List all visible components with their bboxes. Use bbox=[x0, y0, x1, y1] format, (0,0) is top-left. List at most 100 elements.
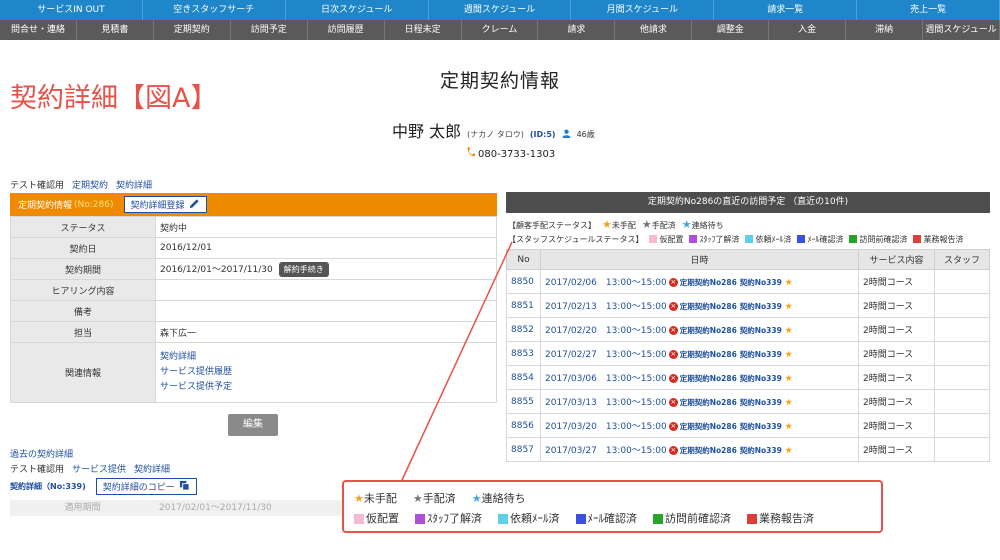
staff-status-legend: 【スタッフスケジュールステータス】 仮配置 ｽﾀｯﾌ了解済 依頼ﾒｰﾙ済 ﾒｰﾙ確認済… bbox=[506, 232, 990, 246]
past-period-value: 2017/02/01～2017/11/30 bbox=[159, 503, 272, 513]
legend-item: 仮配置 bbox=[354, 510, 399, 526]
detail-link[interactable]: 契約No339 bbox=[740, 398, 782, 407]
cancel-icon[interactable]: × bbox=[668, 422, 678, 431]
visit-datetime-cell: 2017/02/13 13:00～15:00 × 定期契約No286 契約No339… bbox=[540, 293, 859, 318]
top-nav-item[interactable]: 週間スケジュール bbox=[429, 0, 572, 20]
legend-item: ﾒｰﾙ確認済 bbox=[797, 234, 843, 245]
top-nav-item[interactable]: 売上一覧 bbox=[857, 0, 1000, 20]
visit-row: 8857 2017/03/27 13:00～15:00 × 定期契約No286 契約N… bbox=[506, 437, 990, 462]
sub-nav-item[interactable]: 入金 bbox=[769, 20, 847, 40]
sub-nav-item[interactable]: 週間スケジュール bbox=[923, 20, 1000, 40]
visit-no-link[interactable]: 8856 bbox=[511, 421, 534, 431]
sub-nav-item[interactable]: 日程未定 bbox=[385, 20, 462, 40]
contract-link[interactable]: 定期契約No286 bbox=[680, 326, 737, 335]
cancel-icon[interactable]: × bbox=[668, 350, 678, 359]
detail-link[interactable]: 契約No339 bbox=[740, 302, 782, 311]
status-square-icon bbox=[797, 235, 806, 243]
sub-nav-item[interactable]: 訪問予定 bbox=[231, 20, 308, 40]
top-nav-item[interactable]: サービスIN OUT bbox=[0, 0, 143, 20]
detail-link[interactable]: 契約No339 bbox=[740, 326, 782, 335]
detail-link[interactable]: 契約No339 bbox=[740, 446, 782, 455]
detail-link[interactable]: 契約No339 bbox=[740, 374, 782, 383]
breadcrumb-link-contract[interactable]: 定期契約 bbox=[72, 178, 108, 191]
cancel-icon[interactable]: × bbox=[668, 398, 678, 407]
sub-nav-item[interactable]: 滞納 bbox=[846, 20, 924, 40]
legend-label: ﾒｰﾙ確認済 bbox=[587, 512, 638, 525]
visit-no-link[interactable]: 8853 bbox=[511, 349, 534, 359]
top-nav-item[interactable]: 月間スケジュール bbox=[571, 0, 715, 20]
breadcrumb-link-service[interactable]: サービス提供 bbox=[72, 462, 126, 475]
info-key: 備考 bbox=[10, 300, 156, 322]
visit-no-link[interactable]: 8851 bbox=[511, 301, 534, 311]
cancel-icon[interactable]: × bbox=[668, 278, 678, 287]
top-nav-item[interactable]: 請求一覧 bbox=[714, 0, 858, 20]
copy-detail-button[interactable]: 契約詳細のコピー bbox=[95, 478, 197, 495]
past-detail-link[interactable]: 契約詳細（No:339) bbox=[10, 481, 86, 492]
visit-no-link[interactable]: 8854 bbox=[511, 373, 534, 383]
visit-datetime-cell: 2017/02/06 13:00～15:00 × 定期契約No286 契約No339… bbox=[540, 269, 859, 294]
visit-no-link[interactable]: 8852 bbox=[511, 325, 534, 335]
customer-info: 中野 太郎 (ナカノ タロウ) (ID:5) 46歳 bbox=[392, 118, 595, 142]
legend-item: 仮配置 bbox=[649, 234, 683, 245]
visit-staff bbox=[934, 269, 990, 294]
visit-datetime-link[interactable]: 2017/02/20 13:00～15:00 bbox=[545, 326, 667, 336]
register-detail-button[interactable]: 契約詳細登録 bbox=[123, 196, 207, 213]
customer-id[interactable]: (ID:5) bbox=[530, 130, 556, 139]
legend-label: 訪問前確認済 bbox=[859, 234, 908, 244]
contract-link[interactable]: 定期契約No286 bbox=[680, 398, 737, 407]
legend-label: 依頼ﾒｰﾙ済 bbox=[510, 512, 560, 525]
visit-datetime-link[interactable]: 2017/02/06 13:00～15:00 bbox=[545, 278, 667, 288]
status-square-icon bbox=[745, 235, 754, 243]
contract-link[interactable]: 定期契約No286 bbox=[680, 302, 737, 311]
contract-link[interactable]: 定期契約No286 bbox=[680, 422, 737, 431]
cancel-contract-button[interactable]: 解約手続き bbox=[278, 261, 329, 277]
legend-item: 依頼ﾒｰﾙ済 bbox=[745, 234, 791, 245]
sub-nav-item[interactable]: 定期契約 bbox=[154, 20, 231, 40]
sub-nav-item[interactable]: 請求 bbox=[538, 20, 616, 40]
sub-nav-item[interactable]: クレーム bbox=[462, 20, 539, 40]
past-contract-link[interactable]: 過去の契約詳細 bbox=[10, 447, 73, 460]
visit-datetime-link[interactable]: 2017/03/20 13:00～15:00 bbox=[545, 422, 667, 432]
visit-no-link[interactable]: 8850 bbox=[511, 277, 534, 287]
visit-datetime-link[interactable]: 2017/02/13 13:00～15:00 bbox=[545, 302, 667, 312]
detail-link[interactable]: 契約No339 bbox=[740, 350, 782, 359]
sub-nav-item[interactable]: 調整金 bbox=[692, 20, 770, 40]
related-link[interactable]: 契約詳細 bbox=[160, 350, 492, 365]
visit-datetime-link[interactable]: 2017/03/27 13:00～15:00 bbox=[545, 446, 667, 456]
visit-no-link[interactable]: 8857 bbox=[511, 445, 534, 455]
visit-staff bbox=[934, 437, 990, 462]
visit-no-link[interactable]: 8855 bbox=[511, 397, 534, 407]
top-nav-item[interactable]: 空きスタッフサーチ bbox=[143, 0, 286, 20]
visit-datetime-link[interactable]: 2017/03/13 13:00～15:00 bbox=[545, 398, 667, 408]
sub-nav-item[interactable]: 見積書 bbox=[77, 20, 154, 40]
cancel-icon[interactable]: × bbox=[668, 326, 678, 335]
edit-button[interactable]: 編集 bbox=[228, 414, 278, 436]
cancel-icon[interactable]: × bbox=[668, 302, 678, 311]
detail-link[interactable]: 契約No339 bbox=[740, 422, 782, 431]
sub-nav-item[interactable]: 問合せ・連絡 bbox=[0, 20, 77, 40]
legend-label: 連絡待ち bbox=[691, 221, 724, 230]
visit-service: 2時間コース bbox=[858, 437, 935, 462]
copy-detail-label: 契約詳細のコピー bbox=[102, 483, 175, 493]
sub-nav-item[interactable]: 訪問履歴 bbox=[308, 20, 385, 40]
visit-datetime-link[interactable]: 2017/02/27 13:00～15:00 bbox=[545, 350, 667, 360]
legend-item: ﾒｰﾙ確認済 bbox=[575, 510, 638, 526]
related-link[interactable]: サービス提供履歴 bbox=[160, 365, 492, 380]
contract-link[interactable]: 定期契約No286 bbox=[680, 278, 737, 287]
detail-link[interactable]: 契約No339 bbox=[740, 278, 782, 287]
breadcrumb-link-detail[interactable]: 契約詳細 bbox=[116, 178, 152, 191]
info-key: ステータス bbox=[10, 216, 156, 238]
legend-item: ★未手配 bbox=[602, 219, 636, 231]
info-value-cell: 2016/12/01～2017/11/30 解約手続き bbox=[155, 258, 497, 280]
breadcrumb-link-detail[interactable]: 契約詳細 bbox=[134, 462, 170, 475]
contract-link[interactable]: 定期契約No286 bbox=[680, 374, 737, 383]
contract-link[interactable]: 定期契約No286 bbox=[680, 446, 737, 455]
related-link[interactable]: サービス提供予定 bbox=[160, 380, 492, 395]
contract-link[interactable]: 定期契約No286 bbox=[680, 350, 737, 359]
visit-datetime-link[interactable]: 2017/03/06 13:00～15:00 bbox=[545, 374, 667, 384]
top-nav-item[interactable]: 日次スケジュール bbox=[286, 0, 429, 20]
phone-number: 080-3733-1303 bbox=[478, 148, 556, 160]
cancel-icon[interactable]: × bbox=[668, 446, 678, 455]
cancel-icon[interactable]: × bbox=[668, 374, 678, 383]
sub-nav-item[interactable]: 他請求 bbox=[615, 20, 693, 40]
